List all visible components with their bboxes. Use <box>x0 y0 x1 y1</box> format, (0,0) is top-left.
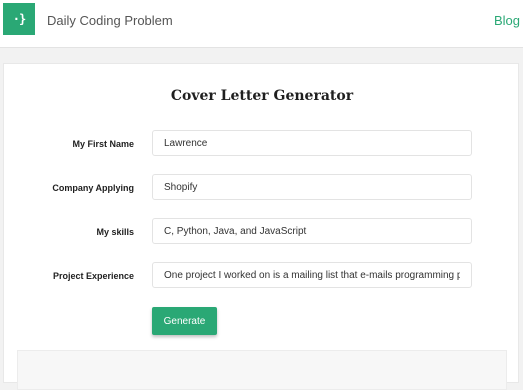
brand-name[interactable]: Daily Coding Problem <box>47 13 173 28</box>
cover-letter-form-card: Cover Letter Generator My First Name Com… <box>3 63 519 390</box>
first-name-label: My First Name <box>72 139 134 149</box>
logo-icon[interactable]: ·} <box>3 3 35 35</box>
blog-link[interactable]: Blog <box>494 13 520 28</box>
first-name-input[interactable] <box>152 130 472 156</box>
generate-button[interactable]: Generate <box>152 307 217 335</box>
project-experience-input[interactable] <box>152 262 472 288</box>
skills-label: My skills <box>96 227 134 237</box>
company-label: Company Applying <box>52 183 134 193</box>
page-title: Cover Letter Generator <box>170 88 354 104</box>
cover-letter-output <box>17 350 507 390</box>
top-nav-bar: ·} Daily Coding Problem Blog <box>0 0 523 48</box>
skills-input[interactable] <box>152 218 472 244</box>
company-input[interactable] <box>152 174 472 200</box>
project-experience-label: Project Experience <box>52 271 134 281</box>
